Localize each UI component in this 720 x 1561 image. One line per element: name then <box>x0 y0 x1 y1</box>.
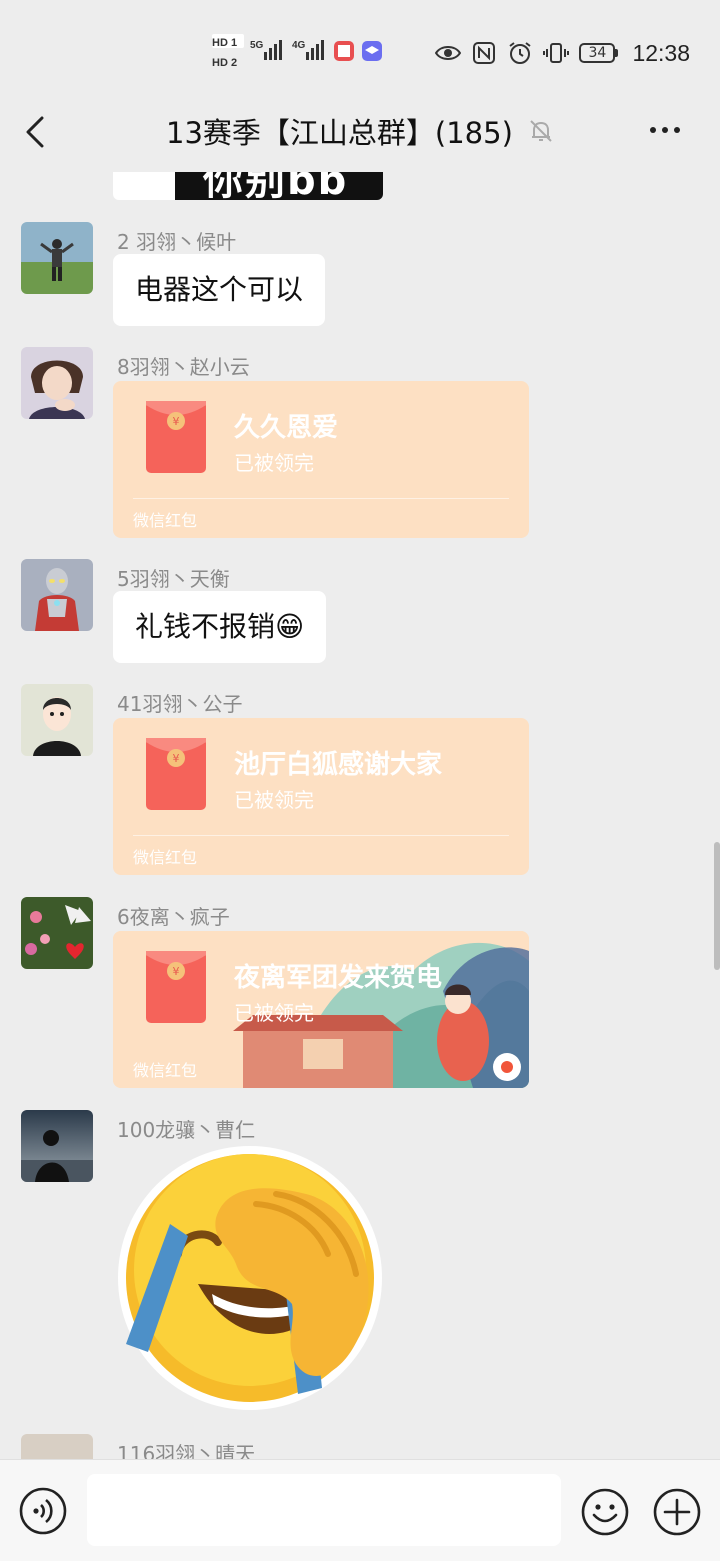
vibrate-icon <box>543 43 570 63</box>
avatar[interactable] <box>21 1434 93 1459</box>
red-packet-title: 夜离军团发来贺电 <box>234 963 443 993</box>
emoji-icon[interactable] <box>580 1487 630 1537</box>
chat-title: 13赛季【江山总群】(185) <box>166 116 513 150</box>
red-packet-status: 已被领完 <box>234 1001 314 1025</box>
sender-name: 5羽翎丶天衡 <box>117 567 230 591</box>
plus-icon[interactable] <box>652 1487 702 1537</box>
eye-icon <box>435 46 462 60</box>
facepalm-emoji-sticker[interactable] <box>116 1144 384 1412</box>
red-packet-brand: 微信红包 <box>133 848 198 867</box>
input-bar <box>0 1459 720 1561</box>
red-packet-brand: 微信红包 <box>133 1061 198 1080</box>
avatar[interactable] <box>21 684 93 756</box>
red-packet-brand: 微信红包 <box>133 511 198 530</box>
clock: 12:38 <box>632 39 690 66</box>
net2-label: 4G <box>292 40 306 51</box>
image-caption: 你别bb <box>203 172 349 200</box>
chat-header: 13赛季【江山总群】(185) <box>0 100 720 172</box>
voice-input-icon[interactable] <box>19 1487 67 1535</box>
status-bar: HD 1 HD 2 5G 4G 34 12:38 <box>0 0 720 100</box>
sim1-label: HD 1 <box>212 37 237 49</box>
more-options-icon[interactable] <box>650 122 690 138</box>
scrollbar[interactable] <box>714 842 720 970</box>
svg-text:¥: ¥ <box>173 415 180 428</box>
red-packet-card[interactable]: ¥ 池厅白狐感谢大家 已被领完 微信红包 <box>113 718 529 875</box>
avatar[interactable] <box>21 897 93 969</box>
nfc-icon <box>473 42 496 64</box>
red-envelope-icon: ¥ <box>146 401 206 473</box>
battery-level: 34 <box>579 43 616 63</box>
alarm-icon <box>509 42 532 64</box>
image-message-partial[interactable]: 你别bb <box>113 172 383 200</box>
mute-bell-icon <box>530 120 552 142</box>
red-envelope-icon: ¥ <box>146 738 206 810</box>
sender-name: 8羽翎丶赵小云 <box>117 355 250 379</box>
avatar[interactable] <box>21 347 93 419</box>
message-input[interactable] <box>87 1474 561 1546</box>
red-packet-title: 久久恩爱 <box>234 413 339 443</box>
text-bubble[interactable]: 礼钱不报销😁 <box>113 591 327 663</box>
red-envelope-icon: ¥ <box>146 951 206 1023</box>
avatar[interactable] <box>21 1110 93 1182</box>
message-list[interactable]: 你别bb 2 羽翎丶候叶 电器这个可以 8羽翎丶赵小云 ¥ 久久恩爱 已被领完 … <box>0 172 720 1459</box>
red-packet-title: 池厅白狐感谢大家 <box>234 750 443 780</box>
net1-label: 5G <box>250 40 264 51</box>
red-packet-card[interactable]: ¥ 久久恩爱 已被领完 微信红包 <box>113 381 529 538</box>
sender-name: 116羽翎丶晴天 <box>117 1442 256 1459</box>
sender-name: 100龙骧丶曹仁 <box>117 1118 256 1142</box>
avatar[interactable] <box>21 222 93 294</box>
red-packet-status: 已被领完 <box>234 451 314 475</box>
sender-name: 41羽翎丶公子 <box>117 692 243 716</box>
avatar[interactable] <box>21 559 93 631</box>
red-packet-status: 已被领完 <box>234 788 314 812</box>
sender-name: 6夜离丶疯子 <box>117 905 230 929</box>
svg-text:¥: ¥ <box>173 752 180 765</box>
red-packet-card[interactable]: ¥ 夜离军团发来贺电 已被领完 微信红包 <box>113 931 529 1088</box>
text-bubble[interactable]: 电器这个可以 <box>113 254 326 326</box>
network-status-icons: HD 1 HD 2 5G 4G <box>212 34 382 69</box>
sim2-label: HD 2 <box>212 57 237 69</box>
svg-text:¥: ¥ <box>173 965 180 978</box>
battery-indicator: 34 <box>579 43 619 63</box>
sender-name: 2 羽翎丶候叶 <box>117 230 237 254</box>
